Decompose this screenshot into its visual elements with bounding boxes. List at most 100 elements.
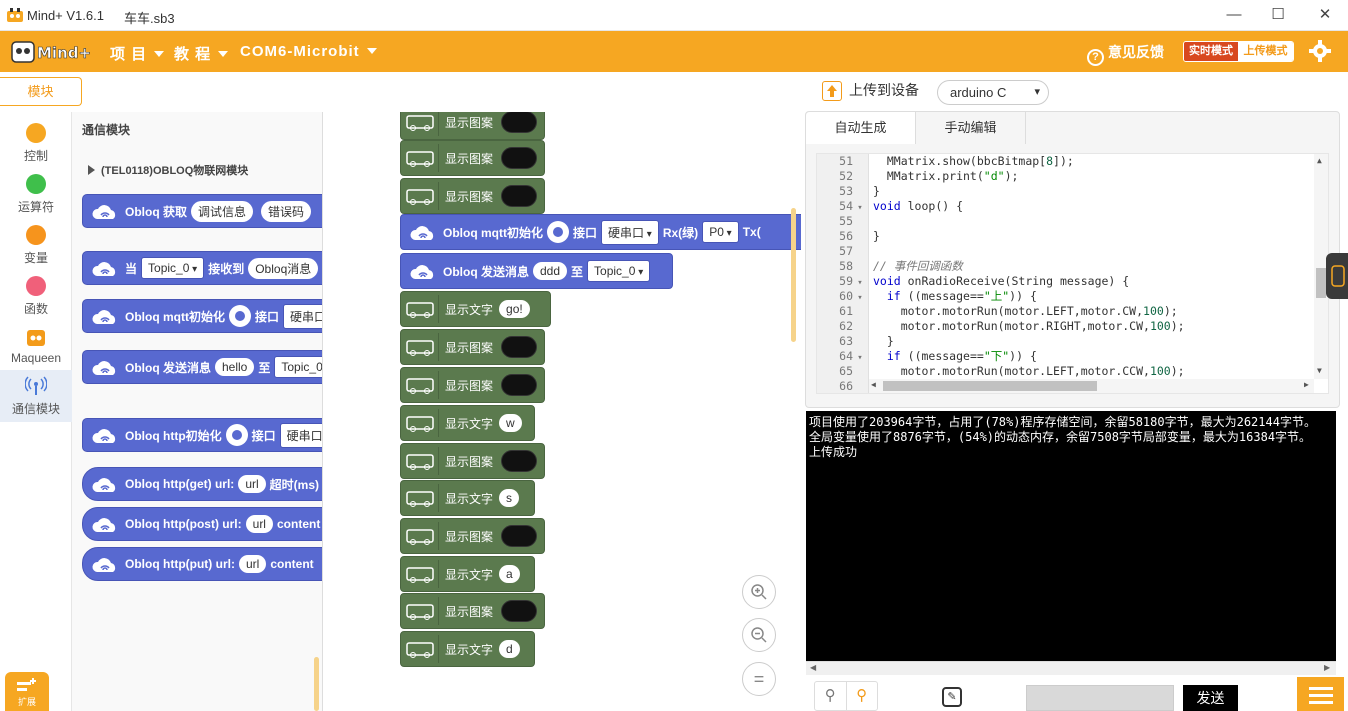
script-workspace[interactable]: 显示图案 显示图案 显示图案 Obloq mqtt初始化 接口 硬串口 Rx(绿… — [323, 112, 801, 711]
block-http-get[interactable]: Obloq http(get) url: url 超时(ms) — [82, 467, 322, 501]
upload-to-device-button[interactable]: 上传到设备 — [822, 80, 919, 101]
usb-toggle[interactable]: ⚲ ⚲ — [814, 681, 878, 711]
settings-gear-icon[interactable] — [229, 305, 251, 327]
led-pattern[interactable] — [501, 336, 538, 358]
category-maqueen[interactable]: Maqueen — [0, 319, 72, 367]
block-show-pattern[interactable]: 显示图案 — [400, 112, 545, 140]
flyout-scrollbar[interactable] — [314, 657, 319, 711]
workspace-scrollbar[interactable] — [791, 208, 796, 342]
chevron-down-icon — [154, 51, 165, 57]
block-mqtt-init[interactable]: Obloq mqtt初始化 接口 硬串口 — [82, 299, 322, 333]
modules-tab[interactable]: 模块 — [0, 77, 82, 106]
category-control[interactable]: 控制 — [0, 115, 72, 163]
upload-mode-button[interactable]: 上传模式 — [1238, 42, 1293, 61]
block-show-pattern[interactable]: 显示图案 — [400, 329, 545, 365]
menu-connection[interactable]: COM6-Microbit — [240, 43, 377, 60]
scroll-thumb[interactable] — [1316, 268, 1326, 298]
maqueen-car-icon — [401, 522, 439, 550]
category-communication[interactable]: 通信模块 — [0, 370, 72, 422]
block-obloq-get[interactable]: Obloq 获取 调试信息 错误码 — [82, 194, 322, 228]
zoom-reset-button[interactable]: = — [742, 662, 776, 696]
scroll-left-icon[interactable]: ◀ — [871, 380, 876, 389]
maqueen-car-icon — [401, 295, 439, 323]
led-pattern[interactable] — [501, 450, 538, 472]
maqueen-icon — [27, 330, 45, 346]
block-show-text[interactable]: 显示文字 d — [400, 631, 535, 667]
side-panel-tab[interactable] — [1326, 253, 1348, 299]
led-pattern[interactable] — [501, 374, 538, 396]
category-operators[interactable]: 运算符 — [0, 166, 72, 214]
scroll-left-icon[interactable]: ◀ — [810, 663, 816, 672]
console-scrollbar[interactable]: ◀ ▶ — [806, 661, 1336, 675]
title-bar: Mind+ V1.6.1 车车.sb3 — ☐ ✕ — [0, 0, 1348, 31]
console-line: 全局变量使用了8876字节，(54%)的动态内存，余留7508字节局部变量，最大… — [809, 430, 1312, 444]
block-http-put[interactable]: Obloq http(put) url: url content — [82, 547, 322, 581]
scroll-down-icon[interactable]: ▼ — [1317, 366, 1322, 375]
block-show-text[interactable]: 显示文字 s — [400, 480, 535, 516]
led-pattern[interactable] — [501, 525, 538, 547]
block-show-text[interactable]: 显示文字 go! — [400, 291, 551, 327]
scroll-right-icon[interactable]: ▶ — [1324, 663, 1330, 672]
cloud-wifi-icon — [92, 558, 116, 572]
category-functions[interactable]: 函数 — [0, 268, 72, 316]
code-view[interactable]: 51 MMatrix.show(bbcBitmap[8]); 52 MMatrix… — [816, 153, 1329, 394]
close-button[interactable]: ✕ — [1310, 4, 1340, 26]
led-pattern[interactable] — [501, 112, 538, 133]
serial-console[interactable]: 项目使用了203964字节，占用了(78%)程序存储空间，余留58180字节，最… — [806, 411, 1336, 661]
minimize-button[interactable]: — — [1219, 4, 1249, 26]
extension-label: 扩展 — [17, 697, 36, 707]
menu-project[interactable]: 项 目 — [110, 43, 165, 64]
block-show-pattern[interactable]: 显示图案 — [400, 178, 545, 214]
led-pattern[interactable] — [501, 185, 538, 207]
zoom-in-button[interactable] — [742, 575, 776, 609]
flyout-section-obloq[interactable]: (TEL0118)OBLOQ物联网模块 — [88, 162, 248, 178]
code-line: 58// 事件回调函数 — [839, 259, 963, 273]
tab-auto-generate[interactable]: 自动生成 — [806, 112, 916, 144]
serial-send-input[interactable] — [1026, 685, 1174, 711]
scroll-right-icon[interactable]: ▶ — [1304, 380, 1309, 389]
send-button[interactable]: 发送 — [1183, 685, 1238, 711]
settings-gear-icon[interactable] — [225, 424, 248, 446]
block-when-topic-received[interactable]: 当 Topic_0 接收到 Obloq消息 — [82, 240, 322, 285]
feedback-button[interactable]: ? 意见反馈 — [1087, 42, 1164, 66]
tab-manual-edit[interactable]: 手动编辑 — [916, 112, 1026, 144]
block-http-init[interactable]: Obloq http初始化 接口 硬串口 — [82, 418, 322, 452]
gear-icon[interactable] — [1309, 40, 1331, 62]
category-variables[interactable]: 变量 — [0, 217, 72, 265]
extension-button[interactable]: 扩展 — [5, 672, 49, 711]
block-show-text[interactable]: 显示文字 a — [400, 556, 535, 592]
menu-list-icon[interactable] — [1297, 677, 1344, 711]
realtime-mode-button[interactable]: 实时模式 — [1184, 42, 1238, 61]
cloud-wifi-icon — [92, 429, 116, 443]
chevron-down-icon — [218, 51, 229, 57]
block-show-pattern[interactable]: 显示图案 — [400, 140, 545, 176]
usb-active-icon[interactable]: ⚲ — [845, 682, 878, 710]
maximize-button[interactable]: ☐ — [1263, 4, 1293, 26]
code-horizontal-scrollbar[interactable]: ◀ ▶ — [869, 379, 1314, 393]
menu-tutorial[interactable]: 教 程 — [174, 43, 229, 64]
block-send-message[interactable]: Obloq 发送消息 ddd 至 Topic_0 — [400, 253, 673, 289]
block-http-post[interactable]: Obloq http(post) url: url content — [82, 507, 322, 541]
block-send-message[interactable]: Obloq 发送消息 hello 至 Topic_0 — [82, 350, 322, 384]
maqueen-car-icon — [401, 560, 439, 588]
zoom-out-button[interactable] — [742, 618, 776, 652]
settings-gear-icon[interactable] — [547, 221, 569, 243]
code-line: 56} — [839, 229, 880, 243]
maqueen-car-icon — [401, 447, 439, 475]
block-show-pattern[interactable]: 显示图案 — [400, 593, 545, 629]
scroll-thumb[interactable] — [883, 381, 1097, 391]
scroll-up-icon[interactable]: ▲ — [1317, 156, 1322, 165]
block-show-pattern[interactable]: 显示图案 — [400, 518, 545, 554]
code-line: 59 ▾ void onRadioReceive(String message) { — [839, 274, 1130, 288]
mode-toggle[interactable]: 实时模式 上传模式 — [1183, 41, 1294, 62]
block-show-pattern[interactable]: 显示图案 — [400, 443, 545, 479]
block-show-text[interactable]: 显示文字 w — [400, 405, 535, 441]
led-pattern[interactable] — [501, 147, 538, 169]
console-toolbar: ⚲ ⚲ ✎ 发送 — [806, 677, 1348, 711]
led-pattern[interactable] — [501, 600, 538, 622]
board-select[interactable]: arduino C — [937, 80, 1049, 105]
serial-settings-icon[interactable]: ✎ — [942, 687, 962, 707]
usb-icon[interactable]: ⚲ — [815, 682, 846, 710]
block-show-pattern[interactable]: 显示图案 — [400, 367, 545, 403]
block-mqtt-init[interactable]: Obloq mqtt初始化 接口 硬串口 Rx(绿) P0 Tx( — [400, 214, 801, 250]
